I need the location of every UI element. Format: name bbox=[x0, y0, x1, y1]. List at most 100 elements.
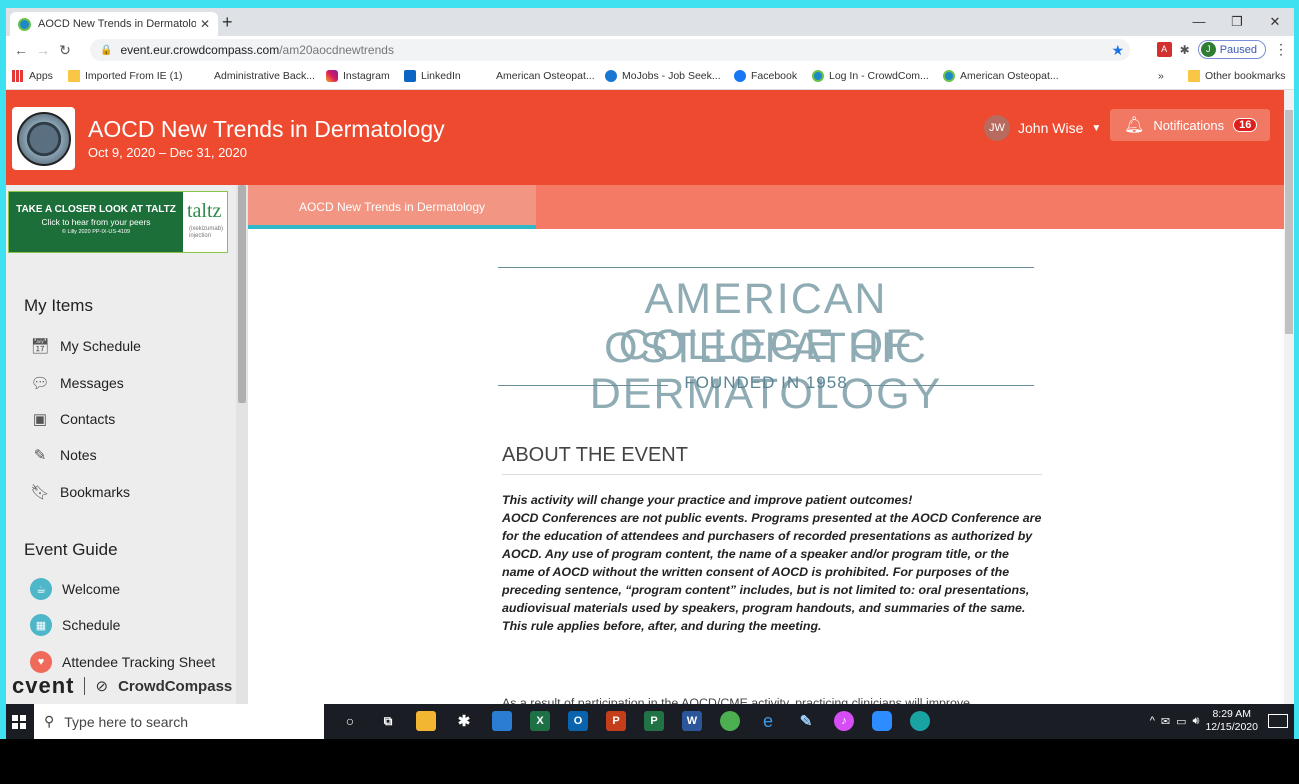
sidebar: TAKE A CLOSER LOOK AT TALTZ Click to hea… bbox=[6, 185, 248, 704]
crowdcompass-logo: CrowdCompass bbox=[118, 677, 233, 695]
bookmark-american-osteopat-2[interactable]: American Osteopat... bbox=[943, 70, 1059, 82]
forward-icon[interactable]: → bbox=[32, 42, 54, 58]
sidebar-item-messages[interactable]: 💬︎ Messages bbox=[30, 373, 123, 393]
bookmark-american-osteopat-1[interactable]: American Osteopat... bbox=[496, 70, 595, 82]
profile-button[interactable]: J Paused bbox=[1197, 40, 1266, 59]
windows-start-icon[interactable] bbox=[12, 715, 26, 729]
bookmark-crowdcompass[interactable]: Log In - CrowdCom... bbox=[812, 70, 929, 82]
sidebar-item-my-schedule[interactable]: 📅︎ My Schedule bbox=[30, 336, 140, 356]
main-content: AMERICAN OSTEOPATHIC COLLEGE OF DERMATOL… bbox=[248, 229, 1284, 704]
close-window-icon[interactable]: ✕ bbox=[1256, 8, 1294, 36]
extensions-puzzle-icon[interactable]: ✱ bbox=[1180, 43, 1190, 57]
control-panel-icon[interactable] bbox=[492, 711, 512, 731]
bookmarks-overflow[interactable]: » bbox=[1158, 70, 1164, 82]
other-bookmarks[interactable]: Other bookmarks bbox=[1188, 70, 1286, 82]
ad-brand-sub: (ixekizumab) injection bbox=[189, 226, 224, 239]
taltz-ad-banner[interactable]: TAKE A CLOSER LOOK AT TALTZ Click to hea… bbox=[8, 191, 228, 253]
user-menu[interactable]: JW John Wise ▼ bbox=[984, 115, 1101, 141]
calendar-add-icon: 📅︎ bbox=[30, 338, 50, 355]
browser-tab[interactable]: AOCD New Trends in Dermatology ✕ bbox=[10, 12, 218, 36]
sidebar-item-contacts[interactable]: ▣ Contacts bbox=[30, 409, 115, 429]
restore-icon[interactable]: ❐ bbox=[1218, 8, 1256, 36]
bookmark-administrative[interactable]: Administrative Back... bbox=[214, 70, 315, 82]
college-founded: FOUNDED IN 1958 bbox=[684, 373, 848, 392]
notifications-button[interactable]: 🔔︎ Notifications 16 bbox=[1110, 109, 1270, 141]
navigation-bar: ← → ↻ 🔒 event.eur.crowdcompass.com/am20a… bbox=[6, 36, 1294, 64]
sidebar-item-notes[interactable]: ✎ Notes bbox=[30, 445, 97, 465]
bookmark-imported[interactable]: Imported From IE (1) bbox=[68, 70, 182, 82]
bookmark-label: Log In - CrowdCom... bbox=[829, 70, 929, 82]
acrobat-extension-icon[interactable]: A bbox=[1156, 42, 1172, 57]
cortana-icon[interactable]: ○ bbox=[340, 711, 360, 731]
bell-icon: 🔔︎ bbox=[1124, 117, 1145, 134]
bookmark-linkedin[interactable]: LinkedIn bbox=[404, 70, 461, 82]
bookmark-star-icon[interactable]: ★ bbox=[1111, 42, 1124, 59]
task-view-icon[interactable]: ⧉ bbox=[378, 711, 398, 731]
file-explorer-icon[interactable] bbox=[416, 711, 436, 731]
new-tab-button[interactable]: + bbox=[222, 12, 233, 33]
sidebar-scrollbar[interactable] bbox=[236, 185, 248, 704]
welcome-cup-icon: ☕︎ bbox=[30, 578, 52, 600]
event-logo[interactable] bbox=[12, 107, 75, 170]
chrome-icon[interactable] bbox=[720, 711, 740, 731]
outlook-icon[interactable]: O bbox=[568, 711, 588, 731]
tab-event[interactable]: AOCD New Trends in Dermatology bbox=[248, 185, 536, 229]
page-scrollbar[interactable] bbox=[1284, 90, 1294, 704]
powerpoint-icon[interactable]: P bbox=[606, 711, 626, 731]
internet-explorer-icon[interactable]: e bbox=[758, 711, 778, 731]
sidebar-item-bookmarks[interactable]: 🔖︎ Bookmarks bbox=[30, 482, 130, 502]
bookmark-apps[interactable]: Apps bbox=[12, 70, 53, 82]
minimize-icon[interactable]: — bbox=[1180, 8, 1218, 36]
taskbar-search-input[interactable]: ⚲ Type here to search bbox=[34, 704, 324, 739]
back-icon[interactable]: ← bbox=[10, 42, 32, 58]
bookmark-mojobs[interactable]: MoJobs - Job Seek... bbox=[605, 70, 721, 82]
user-name: John Wise bbox=[1018, 120, 1084, 136]
sidebar-item-welcome[interactable]: ☕︎ Welcome bbox=[30, 578, 120, 600]
bookmark-label: Imported From IE (1) bbox=[85, 70, 183, 82]
bookmark-label: MoJobs - Job Seek... bbox=[622, 70, 721, 82]
close-tab-icon[interactable]: ✕ bbox=[200, 17, 210, 31]
menu-kebab-icon[interactable]: ⋮ bbox=[1274, 41, 1288, 58]
ad-subline: Click to hear from your peers bbox=[41, 217, 151, 227]
sidebar-scroll-thumb[interactable] bbox=[238, 185, 246, 403]
about-text: This activity will change your practice … bbox=[502, 493, 1042, 633]
itunes-icon[interactable]: ♪ bbox=[834, 711, 854, 731]
note-pencil-icon: ✎ bbox=[33, 447, 47, 464]
ad-headline: TAKE A CLOSER LOOK AT TALTZ bbox=[16, 204, 176, 215]
address-bar[interactable]: 🔒 event.eur.crowdcompass.com/am20aocdnew… bbox=[90, 39, 1130, 61]
zoom-icon[interactable] bbox=[872, 711, 892, 731]
network-icon[interactable]: ▭ bbox=[1176, 715, 1186, 728]
mail-icon[interactable]: ✉ bbox=[1161, 715, 1170, 728]
system-tray: ^ ✉ ▭ 🔊︎ 8:29 AM 12/15/2020 bbox=[1150, 708, 1258, 734]
settings-gear-icon[interactable]: ✱ bbox=[454, 711, 474, 731]
bookmark-facebook[interactable]: Facebook bbox=[734, 70, 797, 82]
browser-window: AOCD New Trends in Dermatology ✕ + — ❐ ✕… bbox=[6, 8, 1294, 739]
clock-date: 12/15/2020 bbox=[1205, 721, 1258, 733]
crowdcompass-favicon-icon bbox=[18, 17, 31, 31]
tray-chevron-icon[interactable]: ^ bbox=[1150, 715, 1155, 727]
bookmark-label: American Osteopat... bbox=[496, 70, 595, 82]
event-dates: Oct 9, 2020 – Dec 31, 2020 bbox=[88, 145, 247, 160]
bookmark-instagram[interactable]: Instagram bbox=[326, 70, 390, 82]
screen-bottom-strip bbox=[0, 739, 1299, 784]
sidebar-item-schedule[interactable]: ▦ Schedule bbox=[30, 614, 120, 636]
project-icon[interactable]: P bbox=[644, 711, 664, 731]
edge-icon[interactable] bbox=[910, 711, 930, 731]
page-scroll-thumb[interactable] bbox=[1285, 110, 1293, 334]
about-divider bbox=[502, 474, 1042, 475]
extensions-area: A ✱ J Paused ⋮ bbox=[1156, 40, 1288, 59]
url-host: event.eur.crowdcompass.com bbox=[120, 43, 280, 57]
volume-icon[interactable]: 🔊︎ bbox=[1193, 715, 1200, 728]
seal-icon bbox=[16, 111, 71, 166]
excel-icon[interactable]: X bbox=[530, 711, 550, 731]
paint-icon[interactable]: ✎ bbox=[796, 711, 816, 731]
about-heading: ABOUT THE EVENT bbox=[502, 444, 688, 466]
sidebar-item-label: Attendee Tracking Sheet bbox=[62, 654, 216, 670]
reload-icon[interactable]: ↻ bbox=[54, 42, 76, 59]
notification-center-icon[interactable] bbox=[1268, 714, 1288, 728]
sidebar-item-attendee-tracking[interactable]: ♥ Attendee Tracking Sheet bbox=[30, 651, 215, 673]
event-title: AOCD New Trends in Dermatology bbox=[88, 116, 445, 142]
facebook-icon bbox=[734, 70, 746, 82]
word-icon[interactable]: W bbox=[682, 711, 702, 731]
taskbar-clock[interactable]: 8:29 AM 12/15/2020 bbox=[1205, 708, 1258, 734]
